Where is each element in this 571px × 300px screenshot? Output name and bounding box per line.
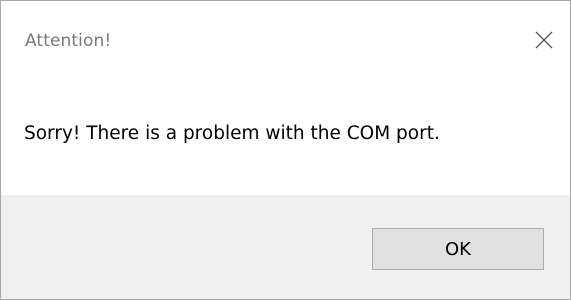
- ok-button[interactable]: OK: [372, 228, 544, 270]
- close-icon: [535, 31, 553, 49]
- title-bar: Attention!: [1, 1, 570, 85]
- dialog-message: Sorry! There is a problem with the COM p…: [24, 123, 440, 144]
- window-title: Attention!: [25, 31, 112, 51]
- dialog-content: Sorry! There is a problem with the COM p…: [1, 85, 570, 195]
- message-dialog: Attention! Sorry! There is a problem wit…: [0, 0, 571, 300]
- dialog-footer: OK: [1, 195, 570, 299]
- close-button[interactable]: [529, 25, 559, 55]
